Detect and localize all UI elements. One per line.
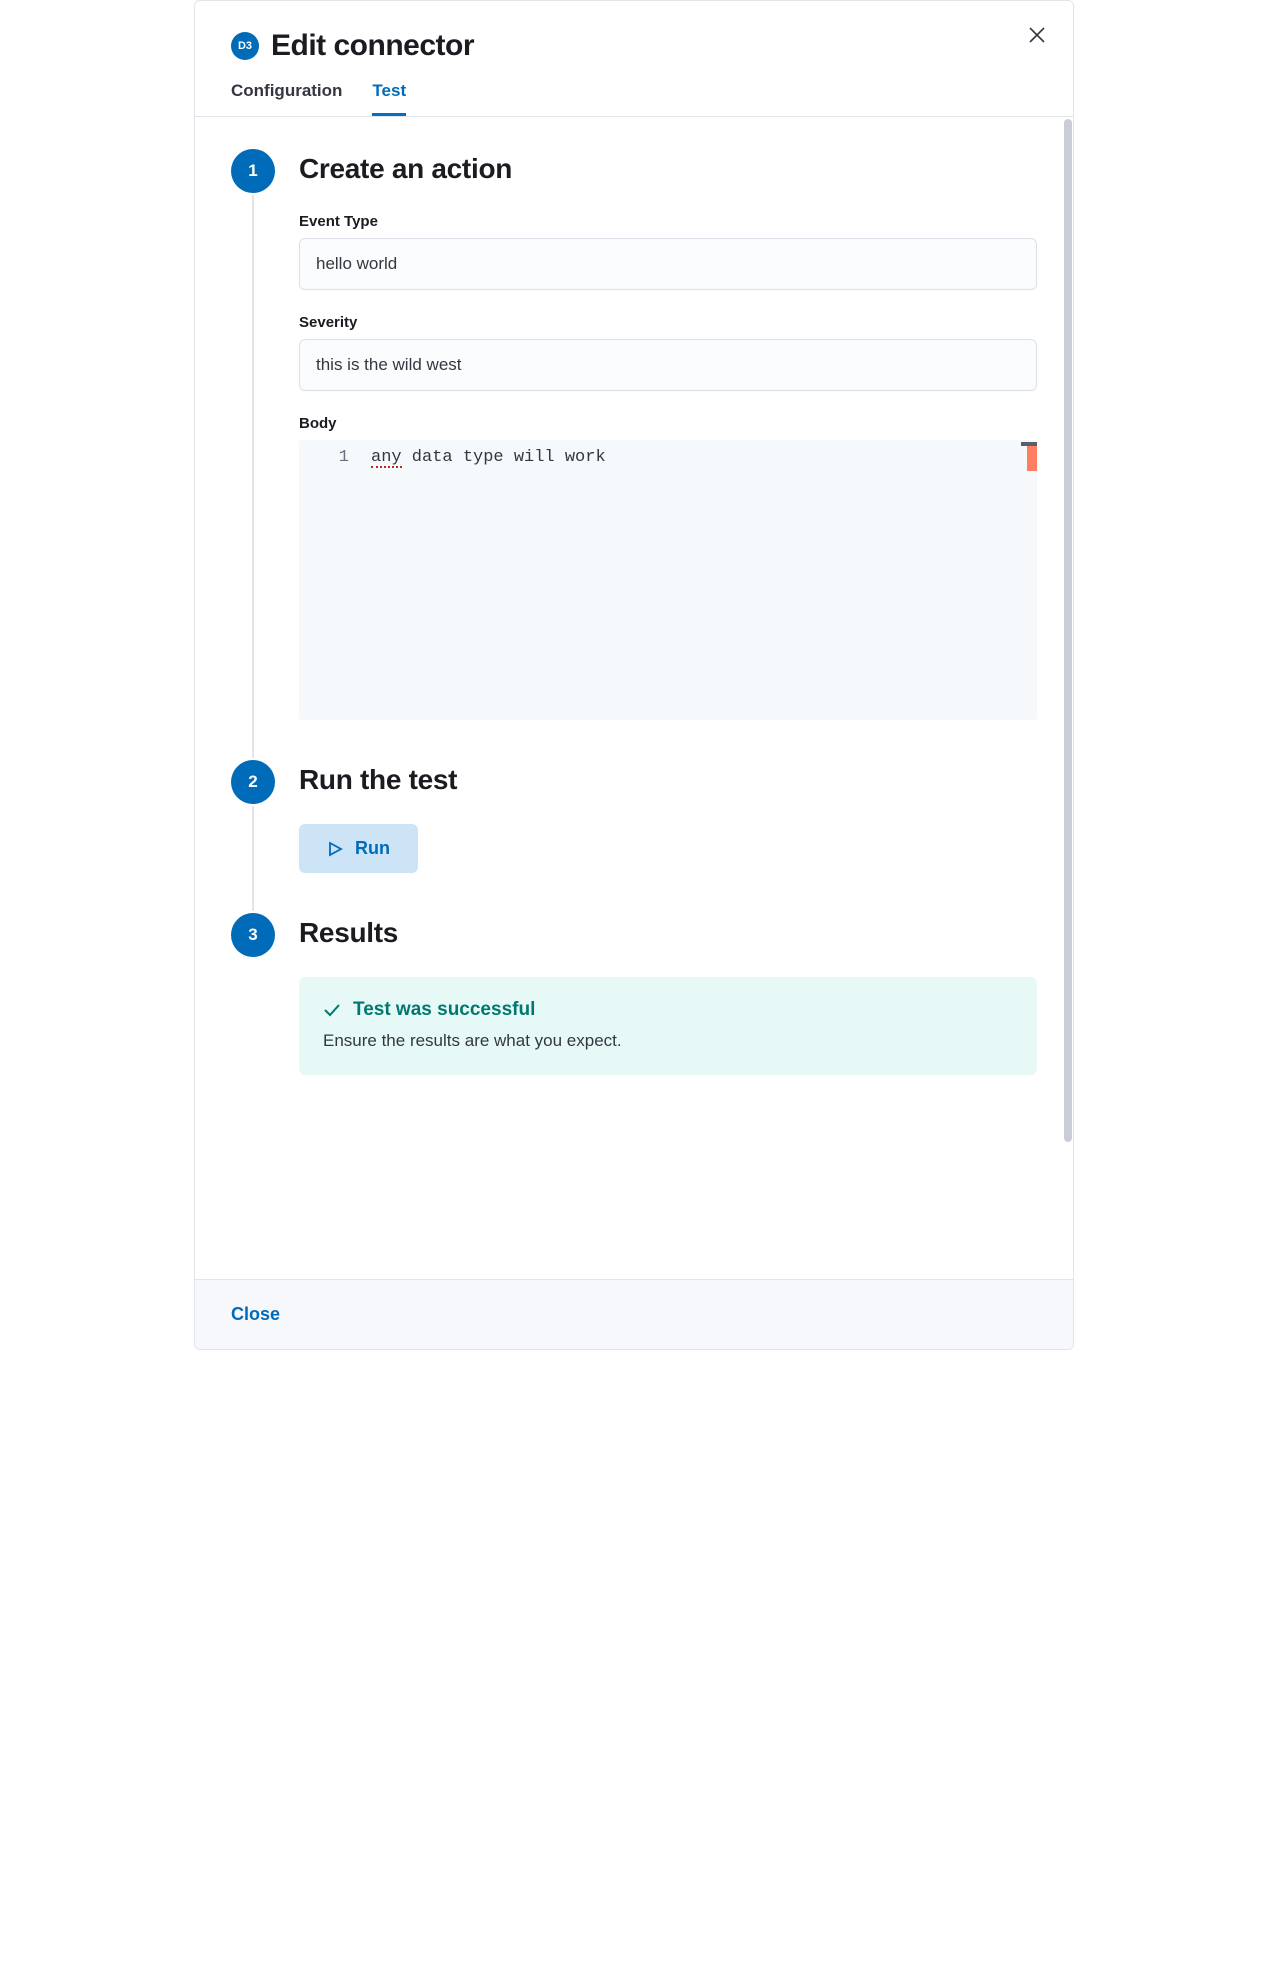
body-label: Body — [299, 415, 1037, 432]
tab-test[interactable]: Test — [372, 81, 406, 116]
step-number-badge: 1 — [231, 149, 275, 193]
event-type-input[interactable] — [299, 238, 1037, 290]
step-title: Results — [299, 917, 1037, 949]
step-title: Run the test — [299, 764, 1037, 796]
step-content: Create an action Event Type Severity Bod… — [299, 149, 1037, 760]
modal-header: D3 Edit connector Configuration Test — [195, 1, 1073, 117]
code-gutter: 1 — [299, 440, 363, 720]
severity-input[interactable] — [299, 339, 1037, 391]
editor-marker-icon — [1027, 445, 1037, 471]
step-number-badge: 3 — [231, 913, 275, 957]
title-row: D3 Edit connector — [231, 29, 1037, 63]
result-title: Test was successful — [353, 999, 535, 1021]
play-icon — [327, 841, 343, 857]
body-code-editor[interactable]: 1 any data type will work — [299, 440, 1037, 720]
result-box: Test was successful Ensure the results a… — [299, 977, 1037, 1075]
spellcheck-underline: any — [371, 449, 402, 468]
run-button[interactable]: Run — [299, 824, 418, 873]
modal-body: 1 Create an action Event Type Severity B… — [195, 117, 1073, 1279]
close-button[interactable]: Close — [231, 1304, 280, 1324]
step-content: Results Test was successful Ensure the r… — [299, 913, 1037, 1085]
close-icon[interactable] — [1023, 21, 1051, 49]
step-content: Run the test Run — [299, 760, 1037, 913]
event-type-label: Event Type — [299, 213, 1037, 230]
step-rail: 3 — [231, 913, 275, 1085]
scrollbar[interactable] — [1063, 117, 1073, 1279]
step-create-action: 1 Create an action Event Type Severity B… — [231, 149, 1037, 760]
tabs: Configuration Test — [195, 81, 1073, 117]
step-number-badge: 2 — [231, 760, 275, 804]
scrollbar-thumb[interactable] — [1064, 119, 1072, 1142]
step-rail: 1 — [231, 149, 275, 760]
code-text: data type will work — [402, 448, 606, 467]
modal-footer: Close — [195, 1279, 1073, 1349]
step-rail: 2 — [231, 760, 275, 913]
code-area[interactable]: any data type will work — [363, 440, 1037, 720]
run-button-label: Run — [355, 838, 390, 859]
step-connector-line — [252, 806, 254, 911]
step-results: 3 Results Test was successful Ensure the… — [231, 913, 1037, 1085]
page-title: Edit connector — [271, 29, 474, 63]
tab-configuration[interactable]: Configuration — [231, 81, 342, 116]
result-head: Test was successful — [323, 999, 1013, 1021]
edit-connector-modal: D3 Edit connector Configuration Test 1 C… — [194, 0, 1074, 1350]
d3-logo-icon: D3 — [231, 32, 259, 60]
line-number: 1 — [299, 448, 349, 467]
step-title: Create an action — [299, 153, 1037, 185]
check-icon — [323, 1001, 341, 1019]
step-connector-line — [252, 195, 254, 758]
step-run-test: 2 Run the test Run — [231, 760, 1037, 913]
severity-label: Severity — [299, 314, 1037, 331]
result-description: Ensure the results are what you expect. — [323, 1031, 1013, 1051]
